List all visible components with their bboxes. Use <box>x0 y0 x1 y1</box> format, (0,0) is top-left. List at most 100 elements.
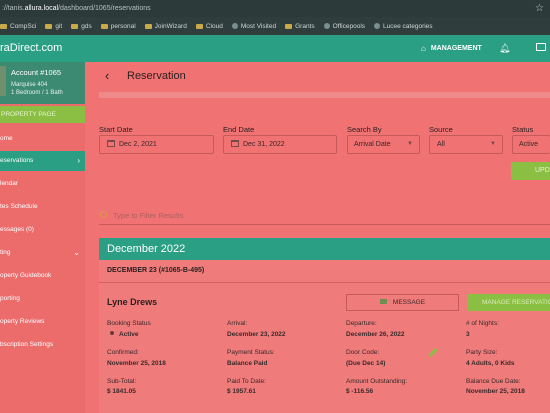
bookmark-item[interactable]: git <box>45 23 62 30</box>
start-date-label: Start Date <box>99 125 133 134</box>
bookmark-item[interactable]: Officepools <box>323 23 365 30</box>
bookmark-star-icon[interactable]: ☆ <box>535 0 544 17</box>
sidebar-item-subscription-settings[interactable]: bscription Settings <box>0 335 85 355</box>
account-number: Account #1065 <box>11 68 62 77</box>
bookmark-item[interactable]: gds <box>71 23 92 30</box>
arrival-value: December 23, 2022 <box>227 331 286 338</box>
booking-status-value: Active <box>110 331 139 338</box>
party-size-value: 4 Adults, 0 Kids <box>466 360 515 367</box>
paid-to-date-value: $ 1957.61 <box>227 388 256 395</box>
nights-value: 3 <box>466 331 470 338</box>
bookmark-item[interactable]: JoinWizard <box>144 23 187 30</box>
nights-label: # of Nights: <box>466 320 499 327</box>
balance-due-value: November 25, 2018 <box>466 388 525 395</box>
bookmark-item[interactable]: CompSci <box>0 23 36 30</box>
confirmed-label: Confirmed: <box>107 349 139 356</box>
home-icon: ⌂ <box>421 44 426 53</box>
bookmark-item[interactable]: Grants <box>285 23 315 30</box>
message-button[interactable]: MESSAGE <box>346 294 459 311</box>
page-title: Reservation <box>127 70 186 82</box>
confirmed-value: November 25, 2018 <box>107 360 166 367</box>
sidebar-item-messages[interactable]: essages (0) <box>0 220 85 240</box>
filter-placeholder: Type to Filter Results <box>113 211 184 220</box>
sidebar-item-listing[interactable]: ting ⌄ <box>0 243 85 263</box>
reservation-divider <box>99 282 550 283</box>
payment-status-value: Balance Paid <box>227 360 268 367</box>
back-arrow-icon[interactable]: ‹ <box>105 68 109 83</box>
start-date-field[interactable]: Dec 2, 2021 <box>99 135 214 154</box>
bookmark-item[interactable]: Cloud <box>195 23 223 30</box>
departure-label: Departure: <box>346 320 377 327</box>
manage-reservation-button[interactable]: MANAGE RESERVATIO <box>467 294 550 311</box>
chevron-down-icon: ⌄ <box>73 248 80 257</box>
subtotal-value: $ 1841.05 <box>107 388 136 395</box>
property-detail: 1 Bedroom / 1 Bath <box>11 90 63 96</box>
chevron-right-icon: › <box>77 156 80 165</box>
sidebar-item-reservations[interactable]: eservations › <box>0 151 85 171</box>
arrival-label: Arrival: <box>227 320 248 327</box>
account-card[interactable]: Account #1065 Marquise 404 1 Bedroom / 1… <box>0 62 85 104</box>
status-label: Status <box>512 125 534 134</box>
calendar-icon <box>107 140 115 147</box>
search-icon <box>100 211 107 218</box>
title-divider <box>99 92 550 98</box>
mail-icon[interactable] <box>536 43 546 51</box>
caret-down-icon: ▼ <box>407 141 413 147</box>
paid-to-date-label: Paid To Date: <box>227 378 266 385</box>
door-code-value: (Due Dec 14) <box>346 360 386 367</box>
address-bar[interactable]: ://tanis.allura.local/dashboard/1065/res… <box>0 0 550 17</box>
search-by-select[interactable]: Arrival Date ▼ <box>347 135 420 154</box>
bookmarks-bar: CompSci git gds personal JoinWizard Clou… <box>0 17 550 35</box>
folder-icon <box>100 23 108 29</box>
property-thumbnail <box>0 66 6 96</box>
guest-name: Lyne Drews <box>107 297 158 307</box>
source-label: Source <box>429 125 453 134</box>
sidebar-item-property-guidebook[interactable]: operty Guidebook <box>0 266 85 286</box>
folder-icon <box>285 23 293 29</box>
calendar-icon <box>231 140 239 147</box>
brand-logo[interactable]: raDirect.com <box>0 42 62 54</box>
reservation-heading: DECEMBER 23 (#1065-B-495) <box>107 267 205 274</box>
status-select[interactable]: Active <box>512 135 550 154</box>
sidebar-item-calendar[interactable]: lendar <box>0 174 85 194</box>
booking-status-label: Booking Status <box>107 320 151 327</box>
balance-due-label: Balance Due Date: <box>466 378 521 385</box>
folder-icon <box>195 23 203 29</box>
source-select[interactable]: All ▼ <box>429 135 503 154</box>
sidebar-item-rates-schedule[interactable]: tes Schedule <box>0 197 85 217</box>
globe-icon <box>323 23 330 29</box>
management-label: MANAGEMENT <box>430 45 482 52</box>
property-page-button[interactable]: PROPERTY PAGE <box>0 106 85 123</box>
sidebar-item-reporting[interactable]: porting <box>0 289 85 309</box>
url-prefix: ://tanis. <box>2 5 25 12</box>
bookmark-item[interactable]: personal <box>100 23 136 30</box>
filter-results-input[interactable]: Type to Filter Results <box>99 211 550 225</box>
amount-outstanding-label: Amount Outstanding: <box>346 378 408 385</box>
caret-down-icon: ▼ <box>490 141 496 147</box>
departure-value: December 26, 2022 <box>346 331 405 338</box>
bell-icon[interactable]: 🔔︎ <box>499 43 510 54</box>
property-name: Marquise 404 <box>11 82 48 88</box>
amount-outstanding-value: $ -116.56 <box>346 388 374 395</box>
sidebar-item-home[interactable]: ome <box>0 129 85 149</box>
app-header: raDirect.com ⌂ MANAGEMENT 🔔︎ <box>0 35 550 62</box>
bookmark-item[interactable]: Lucee categories <box>374 23 433 30</box>
bookmark-item[interactable]: Most Visited <box>231 23 276 30</box>
party-size-label: Party Size: <box>466 349 498 356</box>
end-date-field[interactable]: Dec 31, 2022 <box>223 135 337 154</box>
end-date-label: End Date <box>223 125 255 134</box>
gear-icon <box>231 23 238 29</box>
month-header: December 2022 <box>99 238 550 260</box>
sidebar-item-property-reviews[interactable]: operty Reviews <box>0 312 85 332</box>
url-path: /dashboard/1065/reservations <box>58 5 151 12</box>
search-by-label: Search By <box>347 125 382 134</box>
folder-icon <box>144 23 152 29</box>
globe-icon <box>374 23 381 29</box>
management-link[interactable]: ⌂ MANAGEMENT <box>421 44 482 53</box>
subtotal-label: Sub-Total: <box>107 378 137 385</box>
url-host: allura.local <box>24 5 59 12</box>
door-code-label: Door Code: <box>346 349 380 356</box>
folder-icon <box>0 23 7 29</box>
envelope-icon <box>379 299 387 304</box>
update-button[interactable]: UPD <box>511 162 550 180</box>
